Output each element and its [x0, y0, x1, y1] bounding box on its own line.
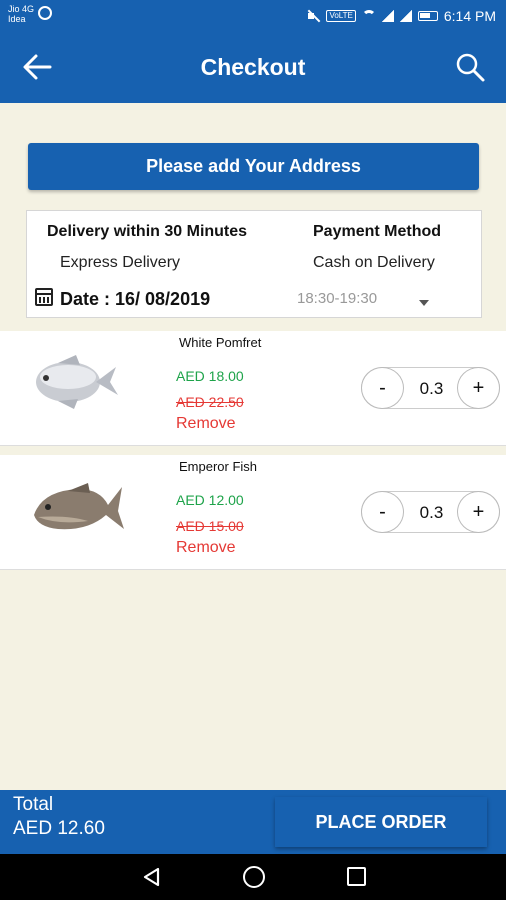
delivery-title: Delivery within 30 Minutes [47, 223, 248, 240]
search-icon[interactable] [454, 51, 486, 83]
add-address-button[interactable]: Please add Your Address [28, 143, 479, 190]
quantity-stepper: - 0.3 + [361, 367, 500, 409]
status-time: 6:14 PM [443, 8, 496, 24]
signal-icon-2 [399, 10, 412, 22]
product-price: AED 12.00 [176, 492, 244, 508]
product-price: AED 18.00 [176, 368, 244, 384]
product-name: White Pomfret [179, 335, 262, 350]
remove-link[interactable]: Remove [176, 539, 236, 557]
carrier-line-1: Jio 4G [8, 4, 35, 14]
total-label: Total [13, 794, 54, 815]
increase-button[interactable]: + [457, 491, 500, 533]
volte-badge: VoLTE [326, 10, 356, 22]
delivery-date: Date : 16/ 08/2019 [60, 289, 211, 309]
product-old-price: AED 22.50 [176, 394, 244, 410]
remove-link[interactable]: Remove [176, 415, 236, 433]
app-bar: Checkout [0, 31, 506, 103]
cart-item: Emperor Fish AED 12.00 AED 15.00 Remove … [0, 455, 506, 570]
battery-icon [417, 11, 438, 21]
delivery-card: Delivery within 30 Minutes Payment Metho… [26, 210, 482, 318]
carrier-info: Jio 4G Idea [8, 4, 34, 24]
place-order-button[interactable]: PLACE ORDER [275, 797, 487, 847]
quantity-value: 0.3 [419, 379, 444, 398]
status-bar: Jio 4G Idea VoLTE 6:14 PM [0, 0, 506, 31]
cart-item: White Pomfret AED 18.00 AED 22.50 Remove… [0, 331, 506, 446]
nav-back-icon[interactable] [141, 866, 163, 888]
system-nav-bar [0, 854, 506, 900]
increase-button[interactable]: + [457, 367, 500, 409]
page-title: Checkout [200, 54, 306, 80]
nav-recent-apps-icon[interactable] [347, 867, 366, 886]
emperor-fish-image [34, 483, 124, 530]
quantity-stepper: - 0.3 + [361, 491, 500, 533]
whatsapp-icon [38, 6, 52, 20]
status-icons: VoLTE 6:14 PM [306, 8, 496, 24]
mute-icon [306, 10, 320, 22]
white-pomfret-image [36, 355, 118, 409]
signal-icon [381, 10, 394, 22]
quantity-value: 0.3 [419, 503, 444, 522]
wifi-icon [361, 10, 376, 22]
product-old-price: AED 15.00 [176, 518, 244, 534]
delivery-type: Express Delivery [60, 254, 181, 271]
product-name: Emperor Fish [179, 459, 258, 474]
checkout-footer: Total AED 12.60 PLACE ORDER [0, 790, 506, 854]
decrease-button[interactable]: - [361, 491, 404, 533]
time-slot-select[interactable]: 18:30-19:30 [297, 290, 437, 312]
chevron-down-icon[interactable] [419, 300, 429, 306]
carrier-line-2: Idea [8, 14, 26, 24]
decrease-button[interactable]: - [361, 367, 404, 409]
nav-home-icon[interactable] [243, 866, 265, 888]
total-value: AED 12.60 [13, 818, 105, 839]
payment-method-title: Payment Method [313, 223, 442, 240]
payment-method-value: Cash on Delivery [313, 254, 435, 271]
calendar-icon [35, 288, 53, 306]
